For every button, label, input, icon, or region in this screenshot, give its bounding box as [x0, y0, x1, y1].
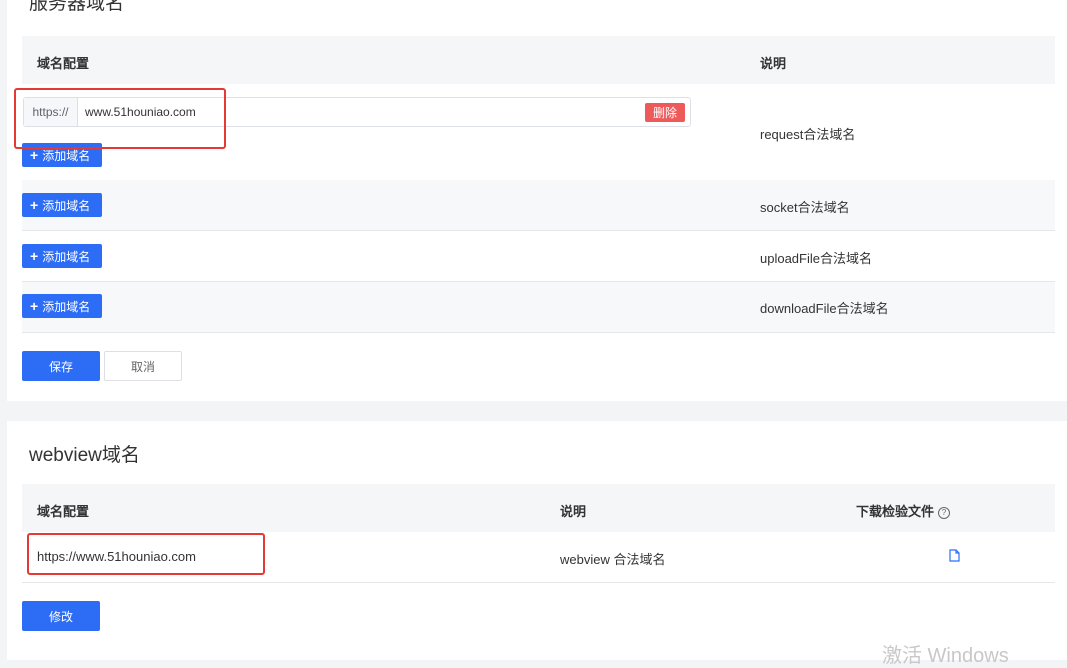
request-domain-row: https:// www.51houniao.com 删除 + 添加域名 req…	[22, 84, 1055, 181]
plus-icon: +	[30, 197, 39, 213]
webview-domain-description: webview 合法域名	[560, 552, 666, 567]
header-download-label: 下载检验文件	[856, 504, 935, 519]
header-description: 说明	[560, 504, 587, 519]
plus-icon: +	[30, 147, 39, 163]
webview-domain-card: webview域名 域名配置 说明 下载检验文件? https://www.51…	[7, 421, 1067, 660]
add-downloadfile-domain-button[interactable]: + 添加域名	[22, 294, 102, 318]
edit-button[interactable]: 修改	[22, 601, 100, 631]
header-domain-config: 域名配置	[37, 56, 90, 71]
add-domain-label: 添加域名	[42, 148, 91, 163]
add-domain-label: 添加域名	[42, 198, 91, 213]
add-socket-domain-button[interactable]: + 添加域名	[22, 193, 102, 217]
webview-domain-row: https://www.51houniao.com webview 合法域名	[22, 532, 1055, 583]
plus-icon: +	[30, 298, 39, 314]
server-domain-card: 服务器域名 域名配置 说明 https:// www.51houniao.com…	[7, 0, 1067, 401]
save-button[interactable]: 保存	[22, 351, 100, 381]
protocol-prefix: https://	[24, 98, 78, 126]
webview-domain-title: webview域名	[29, 445, 140, 466]
request-domain-input[interactable]: https:// www.51houniao.com 删除	[23, 97, 691, 127]
add-domain-label: 添加域名	[42, 299, 91, 314]
uploadfile-domain-row: + 添加域名 uploadFile合法域名	[22, 231, 1055, 282]
windows-activation-watermark: 激活 Windows	[882, 645, 1009, 667]
add-request-domain-button[interactable]: + 添加域名	[22, 143, 102, 167]
help-icon[interactable]: ?	[938, 506, 951, 519]
add-uploadfile-domain-button[interactable]: + 添加域名	[22, 244, 102, 268]
plus-icon: +	[30, 248, 39, 264]
socket-domain-description: socket合法域名	[760, 200, 850, 215]
request-domain-value[interactable]: www.51houniao.com	[85, 98, 196, 126]
add-domain-label: 添加域名	[42, 249, 91, 264]
table-header-row: 域名配置 说明 下载检验文件?	[22, 484, 1055, 532]
downloadfile-domain-row: + 添加域名 downloadFile合法域名	[22, 282, 1055, 333]
header-domain-config: 域名配置	[37, 504, 90, 519]
header-download-check-file: 下载检验文件?	[856, 501, 951, 520]
header-description: 说明	[760, 56, 787, 71]
cancel-button[interactable]: 取消	[104, 351, 182, 381]
table-header-row: 域名配置 说明	[22, 36, 1055, 84]
delete-domain-button[interactable]: 删除	[645, 103, 685, 122]
server-domain-title: 服务器域名	[29, 0, 125, 14]
file-icon[interactable]	[949, 549, 960, 562]
request-domain-description: request合法域名	[760, 127, 856, 142]
uploadfile-domain-description: uploadFile合法域名	[760, 251, 872, 266]
socket-domain-row: + 添加域名 socket合法域名	[22, 180, 1055, 231]
webview-domain-value: https://www.51houniao.com	[37, 549, 196, 564]
downloadfile-domain-description: downloadFile合法域名	[760, 301, 889, 316]
